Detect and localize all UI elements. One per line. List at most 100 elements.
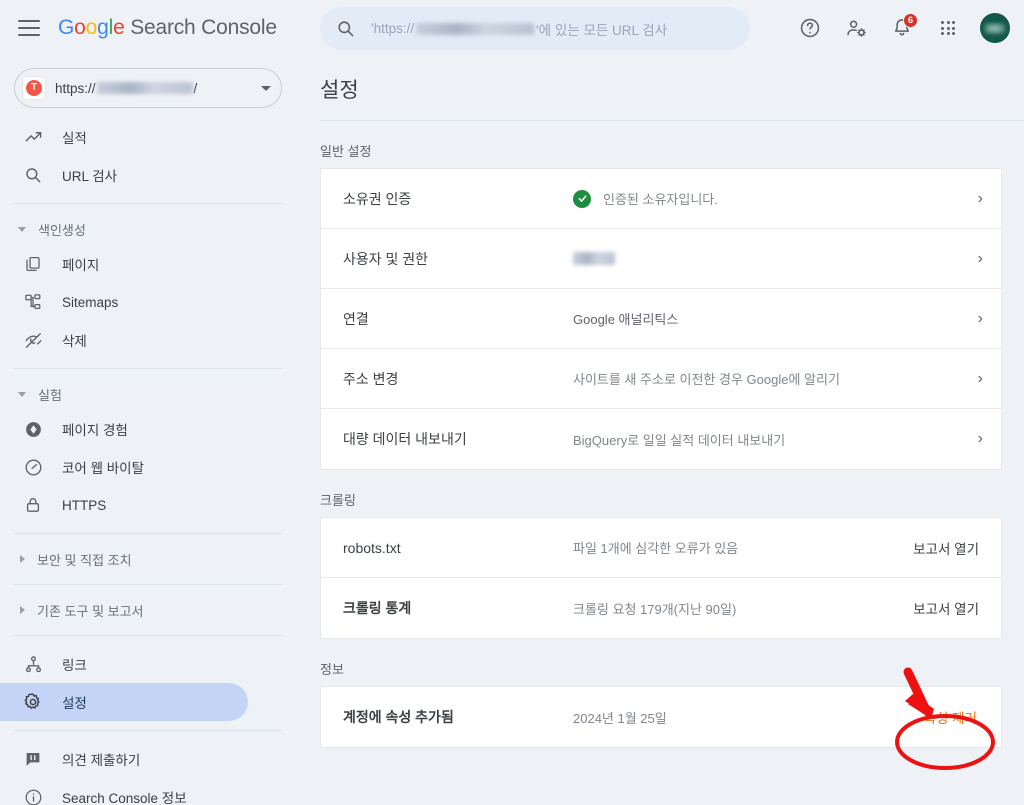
sidebar-group-label: 실험	[38, 387, 62, 403]
sidebar-group-security-actions[interactable]: 보안 및 직접 조치	[0, 543, 300, 575]
info-card: 계정에 속성 추가됨 2024년 1월 25일 속성 제거	[320, 686, 1002, 748]
sidebar-item-https[interactable]: HTTPS	[0, 486, 248, 524]
remove-property-link[interactable]: 속성 제거	[924, 707, 983, 727]
divider	[14, 584, 282, 585]
search-suffix: '에 있는 모든 URL 검사	[536, 22, 668, 38]
search-prefix: 'https://	[371, 21, 415, 36]
crawling-card: robots.txt 파일 1개에 심각한 오류가 있음 보고서 열기 크롤링 …	[320, 517, 1002, 639]
chevron-down-icon	[18, 391, 26, 397]
chevron-right-icon[interactable]: ›	[963, 370, 983, 388]
sidebar-item-label: 페이지	[62, 258, 100, 273]
sidebar-item-core-web-vitals[interactable]: 코어 웹 바이탈	[0, 448, 248, 486]
table-row[interactable]: 대량 데이터 내보내기 BigQuery로 일일 실적 데이터 내보내기 ›	[321, 409, 1001, 469]
hamburger-menu-icon[interactable]	[18, 15, 44, 41]
row-label: 대량 데이터 내보내기	[343, 431, 467, 447]
sidebar-group-legacy-tools[interactable]: 기존 도구 및 보고서	[0, 594, 300, 626]
account-settings-icon[interactable]	[836, 8, 876, 48]
eye-off-icon	[22, 331, 44, 350]
sidebar-item-label: Search Console 정보	[62, 791, 187, 805]
property-url-slash: /	[193, 80, 198, 96]
chevron-right-icon[interactable]: ›	[963, 250, 983, 268]
info-icon	[22, 788, 44, 805]
table-row[interactable]: 소유권 인증 인증된 소유자입니다. ›	[321, 169, 1001, 229]
search-console-settings-page: Google Search Console 'https:// '에 있는 모든…	[0, 0, 1024, 805]
sidebar-item-url-inspection[interactable]: URL 검사	[0, 156, 248, 194]
row-value	[573, 252, 963, 265]
sidebar-item-label: 의견 제출하기	[62, 753, 141, 768]
sidebar-item-pages[interactable]: 페이지	[0, 245, 248, 283]
row-label: 연결	[343, 310, 369, 327]
app-header: Google Search Console 'https:// '에 있는 모든…	[0, 0, 1024, 56]
table-row[interactable]: robots.txt 파일 1개에 심각한 오류가 있음 보고서 열기	[321, 518, 1001, 578]
row-label: 주소 변경	[343, 370, 399, 387]
row-value: 크롤링 요청 179개(지난 90일)	[573, 601, 737, 617]
row-label: robots.txt	[343, 539, 401, 556]
search-placeholder: 'https:// '에 있는 모든 URL 검사	[371, 19, 667, 39]
favicon-letter: T	[26, 80, 42, 96]
property-favicon-icon: T	[23, 77, 45, 99]
sidebar-item-removals[interactable]: 삭제	[0, 321, 248, 359]
apps-grid-icon[interactable]	[928, 8, 968, 48]
sidebar-group-label: 색인생성	[38, 222, 86, 238]
sidebar-group-experience[interactable]: 실험	[0, 378, 300, 410]
row-value: BigQuery로 일일 실적 데이터 내보내기	[573, 432, 786, 448]
section-label-general: 일반 설정	[320, 144, 372, 159]
gear-icon	[22, 692, 44, 712]
sidebar-item-links[interactable]: 링크	[0, 645, 248, 683]
help-icon[interactable]	[790, 8, 830, 48]
redacted-domain	[416, 22, 535, 35]
open-report-link[interactable]: 보고서 열기	[913, 598, 983, 618]
table-row[interactable]: 주소 변경 사이트를 새 주소로 이전한 경우 Google에 알리기 ›	[321, 349, 1001, 409]
table-row[interactable]: 연결 Google 애널리틱스 ›	[321, 289, 1001, 349]
sidebar-navigation: T https:// / 실적 URL 검사 색인생성 페이지 Sitemaps…	[0, 56, 300, 805]
property-selector[interactable]: T https:// /	[14, 68, 282, 108]
sidebar-item-sitemaps[interactable]: Sitemaps	[0, 283, 248, 321]
sidebar-item-label: URL 검사	[62, 169, 118, 184]
divider	[14, 635, 282, 636]
table-row[interactable]: 크롤링 통계 크롤링 요청 179개(지난 90일) 보고서 열기	[321, 578, 1001, 638]
verified-check-icon	[573, 189, 591, 208]
row-value-text: 인증된 소유자입니다.	[603, 192, 718, 207]
main-content: 설정 일반 설정 소유권 인증 인증된 소유자입니다. › 사용자 및 권한 ›…	[300, 56, 1024, 805]
notification-count-badge: 6	[903, 13, 918, 28]
row-value: 2024년 1월 25일	[573, 710, 667, 726]
general-settings-card: 소유권 인증 인증된 소유자입니다. › 사용자 및 권한 › 연결 Googl…	[320, 168, 1002, 470]
sidebar-item-label: 링크	[62, 658, 87, 673]
sidebar-item-label: HTTPS	[62, 497, 107, 513]
user-avatar[interactable]	[980, 13, 1010, 43]
chevron-right-icon[interactable]: ›	[963, 310, 983, 328]
sidebar-group-indexing[interactable]: 색인생성	[0, 213, 300, 245]
redacted-user-value	[573, 252, 615, 265]
notifications-bell-icon[interactable]: 6	[882, 8, 922, 48]
property-url-prefix: https://	[55, 80, 96, 96]
redacted-avatar-text	[985, 23, 1005, 33]
chevron-right-icon[interactable]: ›	[963, 190, 983, 208]
row-value: 사이트를 새 주소로 이전한 경우 Google에 알리기	[573, 372, 840, 387]
chevron-right-icon[interactable]: ›	[963, 430, 983, 448]
search-icon	[336, 19, 355, 38]
table-row[interactable]: 계정에 속성 추가됨 2024년 1월 25일 속성 제거	[321, 687, 1001, 747]
table-row[interactable]: 사용자 및 권한 ›	[321, 229, 1001, 289]
sidebar-item-label: 삭제	[62, 334, 87, 349]
google-search-console-logo[interactable]: Google Search Console	[58, 16, 277, 40]
lock-icon	[22, 496, 44, 514]
header-actions: 6	[790, 0, 1010, 56]
chevron-right-icon	[20, 555, 25, 563]
sidebar-item-page-experience[interactable]: 페이지 경험	[0, 410, 248, 448]
section-label-crawling: 크롤링	[320, 493, 356, 508]
divider	[14, 368, 282, 369]
open-report-link[interactable]: 보고서 열기	[913, 538, 983, 558]
divider	[14, 533, 282, 534]
sidebar-item-performance[interactable]: 실적	[0, 118, 248, 156]
redacted-property-domain	[96, 82, 193, 94]
sidebar-item-label: 코어 웹 바이탈	[62, 461, 145, 476]
row-label: 소유권 인증	[343, 190, 412, 207]
sidebar-item-about-search-console[interactable]: Search Console 정보	[0, 778, 248, 805]
sidebar-item-label: 설정	[62, 696, 87, 711]
divider	[14, 203, 282, 204]
sidebar-item-settings[interactable]: 설정	[0, 683, 248, 721]
url-inspection-search-bar[interactable]: 'https:// '에 있는 모든 URL 검사	[320, 7, 750, 50]
property-url: https:// /	[55, 81, 255, 96]
search-icon	[22, 166, 44, 184]
sidebar-item-feedback[interactable]: 의견 제출하기	[0, 740, 248, 778]
